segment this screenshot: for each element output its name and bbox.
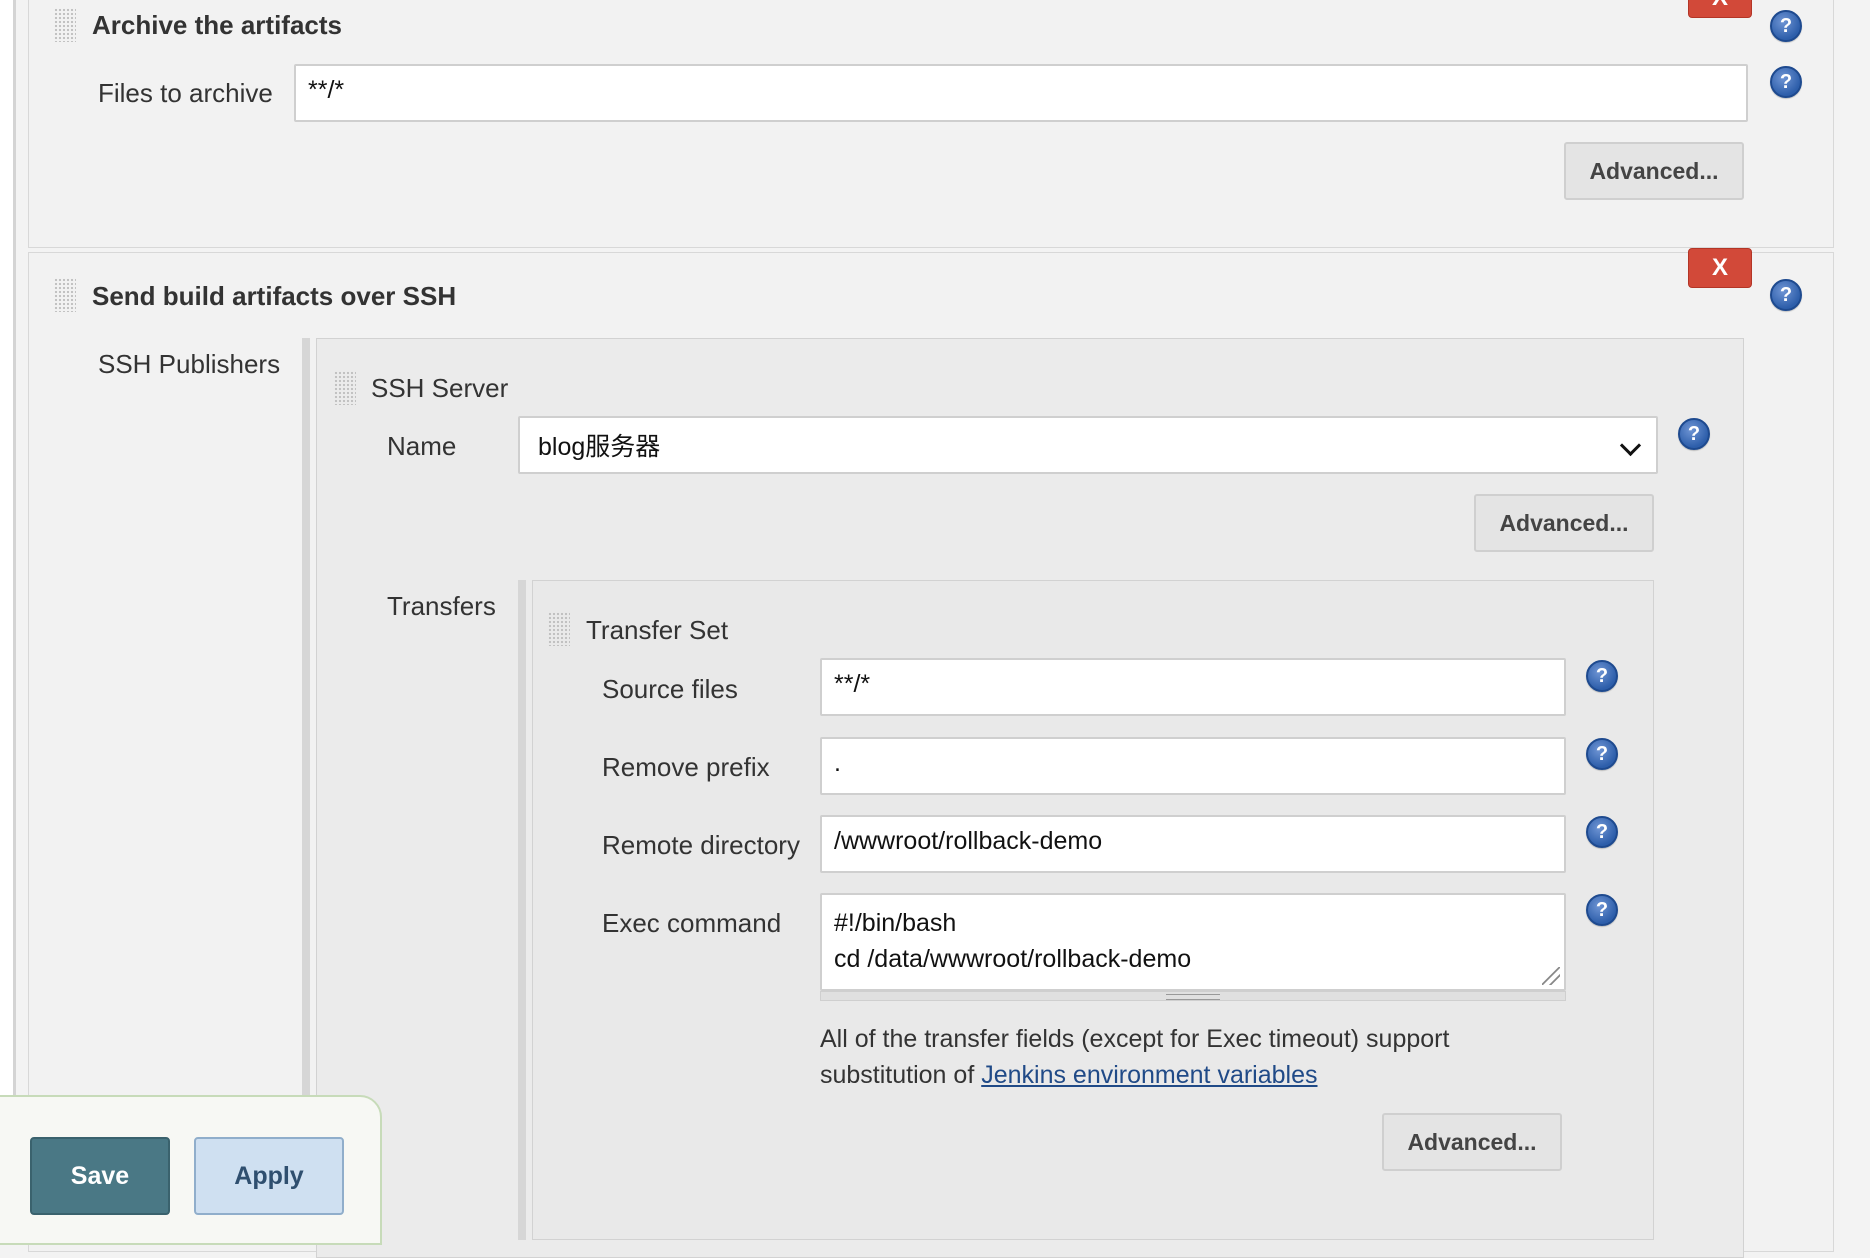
jenkins-env-vars-link[interactable]: Jenkins environment variables — [981, 1061, 1317, 1089]
exec-command-help-icon[interactable]: ? — [1586, 894, 1618, 926]
files-to-archive-help-icon[interactable]: ? — [1770, 66, 1802, 98]
archive-delete-button[interactable]: X — [1688, 0, 1752, 18]
server-name-value: blog服务器 — [538, 433, 661, 461]
apply-button[interactable]: Apply — [194, 1137, 344, 1215]
exec-command-line: #!/bin/bash — [834, 909, 957, 937]
remote-directory-help-icon[interactable]: ? — [1586, 816, 1618, 848]
remove-prefix-label: Remove prefix — [602, 752, 770, 782]
exec-command-label: Exec command — [602, 908, 782, 938]
transfers-label: Transfers — [387, 591, 496, 621]
archive-advanced-button[interactable]: Advanced... — [1564, 142, 1744, 200]
archive-drag-handle[interactable] — [54, 8, 76, 42]
remove-prefix-input[interactable]: . — [820, 737, 1566, 795]
ssh-delete-button[interactable]: X — [1688, 248, 1752, 288]
drag-lines-icon — [1166, 994, 1220, 1000]
archive-section-title: Archive the artifacts — [92, 10, 342, 40]
left-rail-border — [13, 0, 16, 1214]
server-name-select[interactable]: blog服务器 — [518, 416, 1658, 474]
transfer-set-drag-handle[interactable] — [548, 612, 570, 646]
files-to-archive-input[interactable]: **/* — [294, 64, 1748, 122]
ssh-section-title: Send build artifacts over SSH — [92, 281, 457, 311]
remote-directory-label: Remote directory — [602, 830, 800, 860]
server-name-label: Name — [387, 431, 457, 461]
ssh-server-title: SSH Server — [371, 373, 509, 403]
remote-directory-input[interactable]: /wwwroot/rollback-demo — [820, 815, 1566, 873]
source-files-label: Source files — [602, 674, 738, 704]
archive-help-icon[interactable]: ? — [1770, 10, 1802, 42]
textarea-resize-grip-icon[interactable] — [1542, 967, 1560, 985]
files-to-archive-label: Files to archive — [98, 78, 273, 108]
ssh-help-icon[interactable]: ? — [1770, 279, 1802, 311]
transfer-set-title: Transfer Set — [586, 615, 729, 645]
exec-command-textarea[interactable]: #!/bin/bash cd /data/wwwroot/rollback-de… — [820, 893, 1566, 991]
ssh-server-drag-handle[interactable] — [334, 371, 356, 405]
server-advanced-button[interactable]: Advanced... — [1474, 494, 1654, 552]
chevron-down-icon — [1619, 434, 1642, 457]
source-files-help-icon[interactable]: ? — [1586, 660, 1618, 692]
transfers-list-bar — [518, 580, 526, 1240]
source-files-input[interactable]: **/* — [820, 658, 1566, 716]
save-button[interactable]: Save — [30, 1137, 170, 1215]
ssh-drag-handle[interactable] — [54, 278, 76, 312]
left-rail — [0, 0, 13, 1214]
textarea-expand-handle[interactable] — [820, 991, 1566, 1001]
transfer-set-advanced-button[interactable]: Advanced... — [1382, 1113, 1562, 1171]
remove-prefix-help-icon[interactable]: ? — [1586, 738, 1618, 770]
exec-command-line: cd /data/wwwroot/rollback-demo — [834, 945, 1192, 973]
transfer-fields-note: All of the transfer fields (except for E… — [820, 1021, 1580, 1093]
ssh-publishers-label: SSH Publishers — [98, 349, 281, 379]
server-name-help-icon[interactable]: ? — [1678, 418, 1710, 450]
